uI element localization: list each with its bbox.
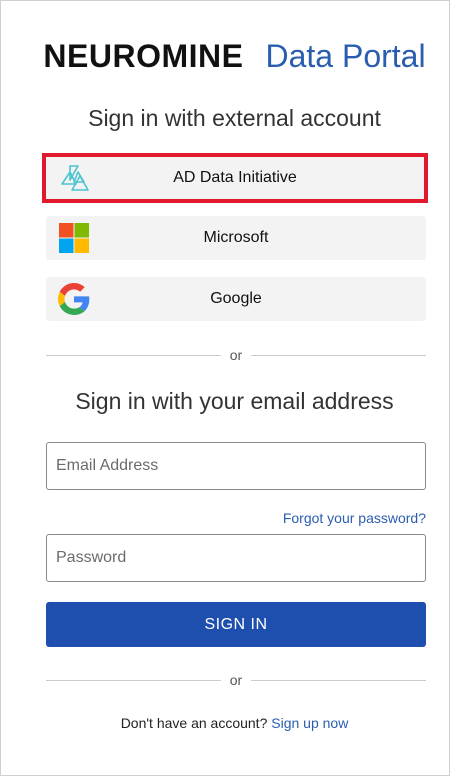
sign-up-link[interactable]: Sign up now [271, 715, 348, 731]
forgot-password-link[interactable]: Forgot your password? [283, 510, 426, 526]
divider-line-right [251, 355, 426, 356]
password-field[interactable] [46, 534, 426, 582]
google-button[interactable]: Google [46, 277, 426, 321]
divider-line-right [251, 680, 426, 681]
ad-data-initiative-label: AD Data Initiative [173, 169, 297, 186]
brand-product: Data Portal [265, 38, 426, 74]
google-label: Google [210, 290, 262, 307]
ad-data-initiative-button[interactable]: AD Data Initiative [42, 153, 428, 203]
signup-row: Don't have an account? Sign up now [0, 715, 469, 731]
email-signin-title: Sign in with your email address [75, 388, 394, 414]
or-divider-1: or [46, 347, 426, 363]
email-field[interactable] [46, 442, 426, 490]
microsoft-button[interactable]: Microsoft [46, 216, 426, 260]
sign-in-button[interactable]: SIGN IN [46, 602, 426, 647]
external-signin-title: Sign in with external account [88, 105, 381, 131]
microsoft-label: Microsoft [203, 229, 269, 246]
brand-name: NEUROMINE [43, 38, 244, 74]
or-divider-2: or [46, 672, 426, 688]
signup-prompt: Don't have an account? [120, 715, 268, 731]
brand-header: NEUROMINE Data Portal [0, 36, 469, 76]
